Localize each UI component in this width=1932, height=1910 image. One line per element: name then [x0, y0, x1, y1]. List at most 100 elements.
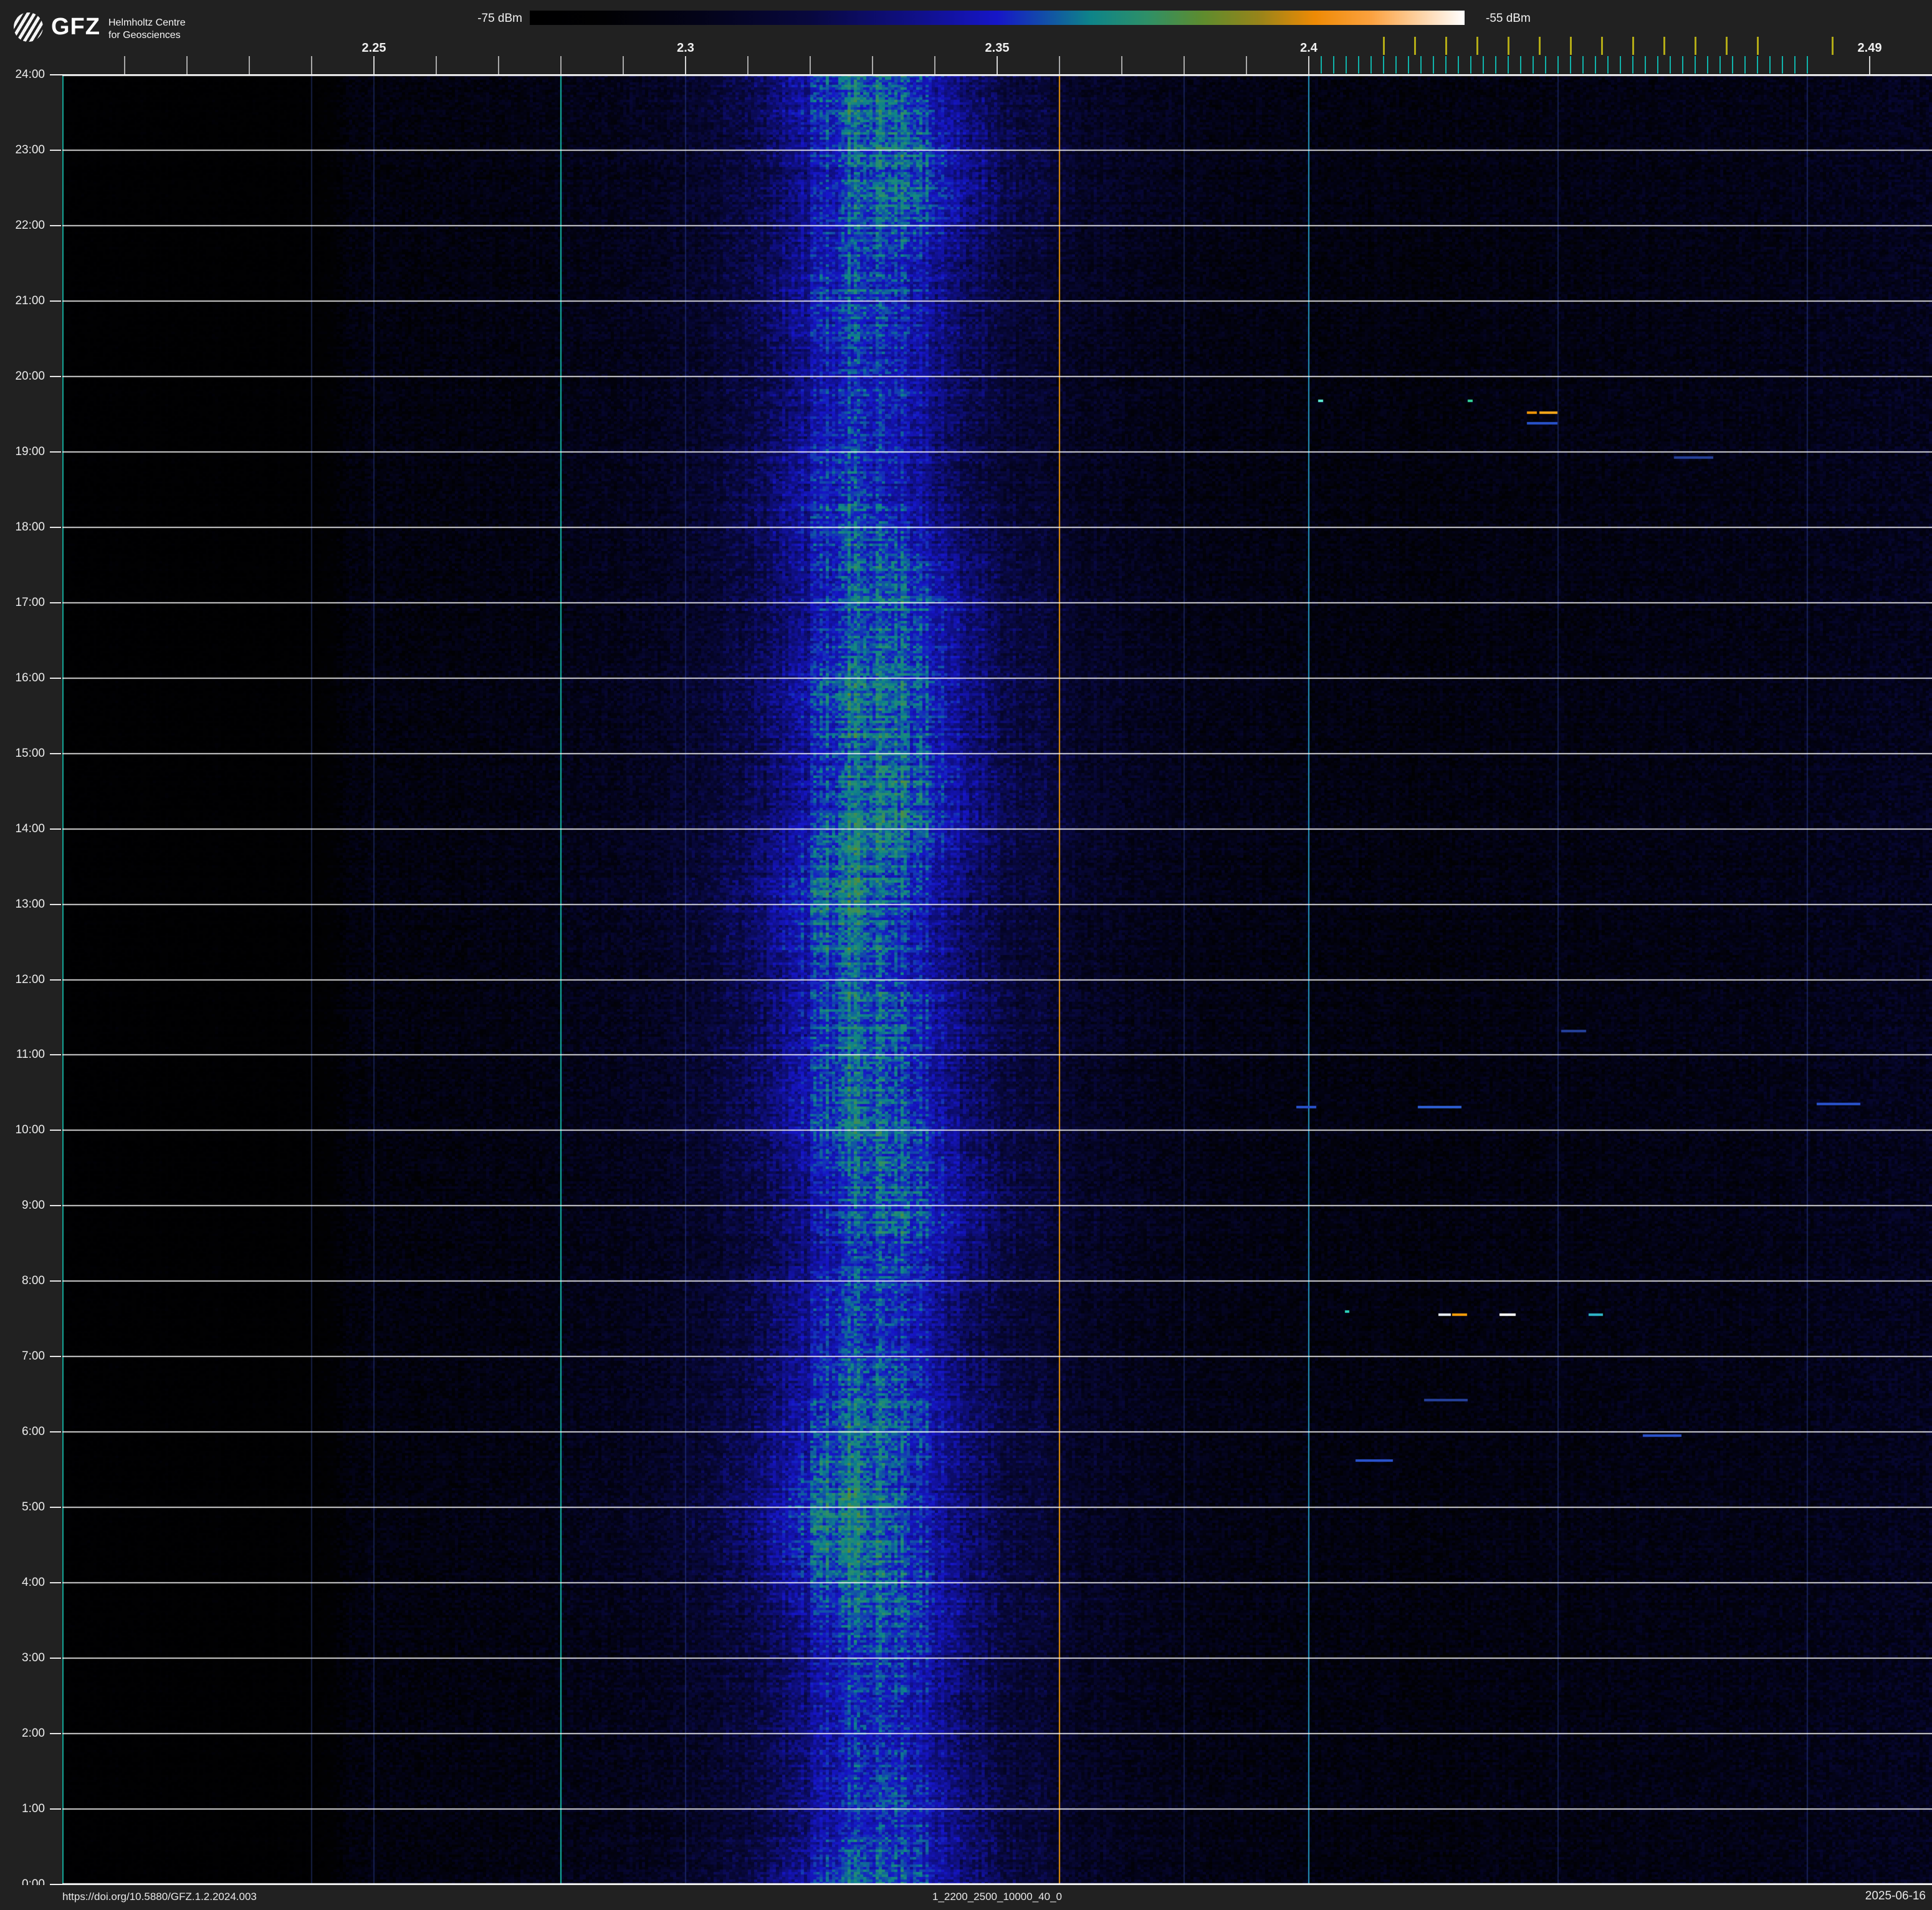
minor-tick — [560, 56, 562, 74]
ble-channel-tick — [1719, 56, 1721, 74]
ble-channel-tick — [1495, 56, 1496, 74]
ble-channel-tick — [1632, 56, 1633, 74]
time-tick-label: 14:00 — [15, 822, 45, 835]
minor-tick — [186, 56, 188, 74]
ble-channel-tick — [1408, 56, 1409, 74]
wifi-channel-tick — [1695, 37, 1696, 55]
ble-channel-tick — [1657, 56, 1658, 74]
ble-channel-tick — [1620, 56, 1621, 74]
minor-tick — [1059, 56, 1060, 74]
ble-channel-tick — [1533, 56, 1534, 74]
minor-tick — [934, 56, 935, 74]
ble-channel-tick — [1732, 56, 1733, 74]
time-tick — [50, 1280, 61, 1282]
ble-channel-tick — [1782, 56, 1783, 74]
ble-channel-tick — [1346, 56, 1347, 74]
time-tick — [50, 1658, 61, 1659]
time-tick-label: 10:00 — [15, 1123, 45, 1137]
ble-channel-tick — [1807, 56, 1808, 74]
ble-channel-tick — [1383, 56, 1384, 74]
time-tick — [50, 903, 61, 905]
footer: https://doi.org/10.5880/GFZ.1.2.2024.003… — [0, 1885, 1932, 1910]
time-tick-label: 19:00 — [15, 444, 45, 458]
minor-tick — [249, 56, 250, 74]
wifi-channel-tick — [1632, 37, 1634, 55]
time-tick — [50, 1507, 61, 1509]
minor-tick — [1121, 56, 1122, 74]
time-tick-label: 4:00 — [22, 1576, 45, 1590]
freq-tick-label: 2.25 — [361, 41, 386, 55]
time-tick-label: 6:00 — [22, 1425, 45, 1439]
doi-text: https://doi.org/10.5880/GFZ.1.2.2024.003 — [62, 1891, 257, 1903]
colorbar-min-label: -75 dBm — [477, 12, 522, 25]
ble-channel-tick — [1769, 56, 1771, 74]
time-tick — [50, 300, 61, 302]
logo-subtitle-line2: for Geosciences — [108, 30, 181, 41]
wifi-channel-tick — [1570, 37, 1572, 55]
logo-subtitle-line1: Helmholtz Centre — [108, 17, 186, 28]
time-tick — [50, 1205, 61, 1207]
time-tick-label: 15:00 — [15, 746, 45, 760]
gfz-logo-acronym: GFZ — [51, 14, 100, 40]
time-tick — [50, 224, 61, 226]
ble-channel-tick — [1470, 56, 1471, 74]
time-tick-label: 9:00 — [22, 1199, 45, 1212]
time-tick — [50, 149, 61, 151]
time-tick — [50, 1733, 61, 1735]
time-tick — [50, 979, 61, 981]
time-tick — [50, 828, 61, 830]
wifi-channel-tick — [1832, 37, 1834, 55]
ble-channel-tick — [1321, 56, 1322, 74]
time-tick-label: 3:00 — [22, 1651, 45, 1665]
ble-channel-tick — [1582, 56, 1584, 74]
spectrogram-canvas — [62, 75, 1932, 1884]
minor-tick — [124, 56, 125, 74]
wifi-channel-tick — [1601, 37, 1603, 55]
freq-tick-label: 2.49 — [1857, 41, 1882, 55]
ble-channel-tick — [1370, 56, 1372, 74]
ble-channel-tick — [1445, 56, 1447, 74]
minor-tick — [747, 56, 748, 74]
time-tick-label: 13:00 — [15, 897, 45, 911]
minor-tick — [1246, 56, 1247, 74]
ble-channel-tick — [1757, 56, 1758, 74]
wifi-channel-tick — [1383, 37, 1385, 55]
minor-tick — [436, 56, 437, 74]
minor-tick — [810, 56, 811, 74]
wifi-channel-tick — [1663, 37, 1665, 55]
wifi-channel-tick — [1476, 37, 1478, 55]
wifi-channel-tick — [1508, 37, 1509, 55]
colorbar-max-label: -55 dBm — [1486, 12, 1531, 25]
time-tick — [50, 1431, 61, 1433]
time-tick-label: 8:00 — [22, 1274, 45, 1288]
time-tick — [50, 752, 61, 754]
ble-channel-tick — [1607, 56, 1609, 74]
time-tick — [50, 451, 61, 453]
ble-channel-tick — [1458, 56, 1459, 74]
dataset-id: 1_2200_2500_10000_40_0 — [932, 1891, 1063, 1903]
time-tick-label: 2:00 — [22, 1727, 45, 1740]
time-tick-label: 5:00 — [22, 1500, 45, 1514]
freq-tick-label: 2.4 — [1300, 41, 1317, 55]
minor-tick — [498, 56, 499, 74]
minor-tick — [373, 56, 375, 74]
minor-tick — [1869, 56, 1870, 74]
spectrogram-page: GFZ Helmholtz Centre for Geosciences -75… — [0, 0, 1932, 1910]
ble-channel-tick — [1420, 56, 1422, 74]
ble-channel-tick — [1645, 56, 1646, 74]
ble-channel-tick — [1695, 56, 1696, 74]
ble-channel-tick — [1570, 56, 1571, 74]
ble-channel-tick — [1595, 56, 1596, 74]
ble-channel-tick — [1707, 56, 1708, 74]
minor-tick — [623, 56, 624, 74]
time-tick-label: 17:00 — [15, 595, 45, 609]
ble-channel-tick — [1557, 56, 1559, 74]
minor-tick — [872, 56, 873, 74]
time-tick-label: 12:00 — [15, 972, 45, 986]
wifi-channel-tick — [1726, 37, 1728, 55]
ble-channel-tick — [1794, 56, 1796, 74]
time-tick — [50, 1356, 61, 1358]
ble-channel-tick — [1670, 56, 1671, 74]
time-tick — [50, 602, 61, 603]
minor-tick — [685, 56, 686, 74]
